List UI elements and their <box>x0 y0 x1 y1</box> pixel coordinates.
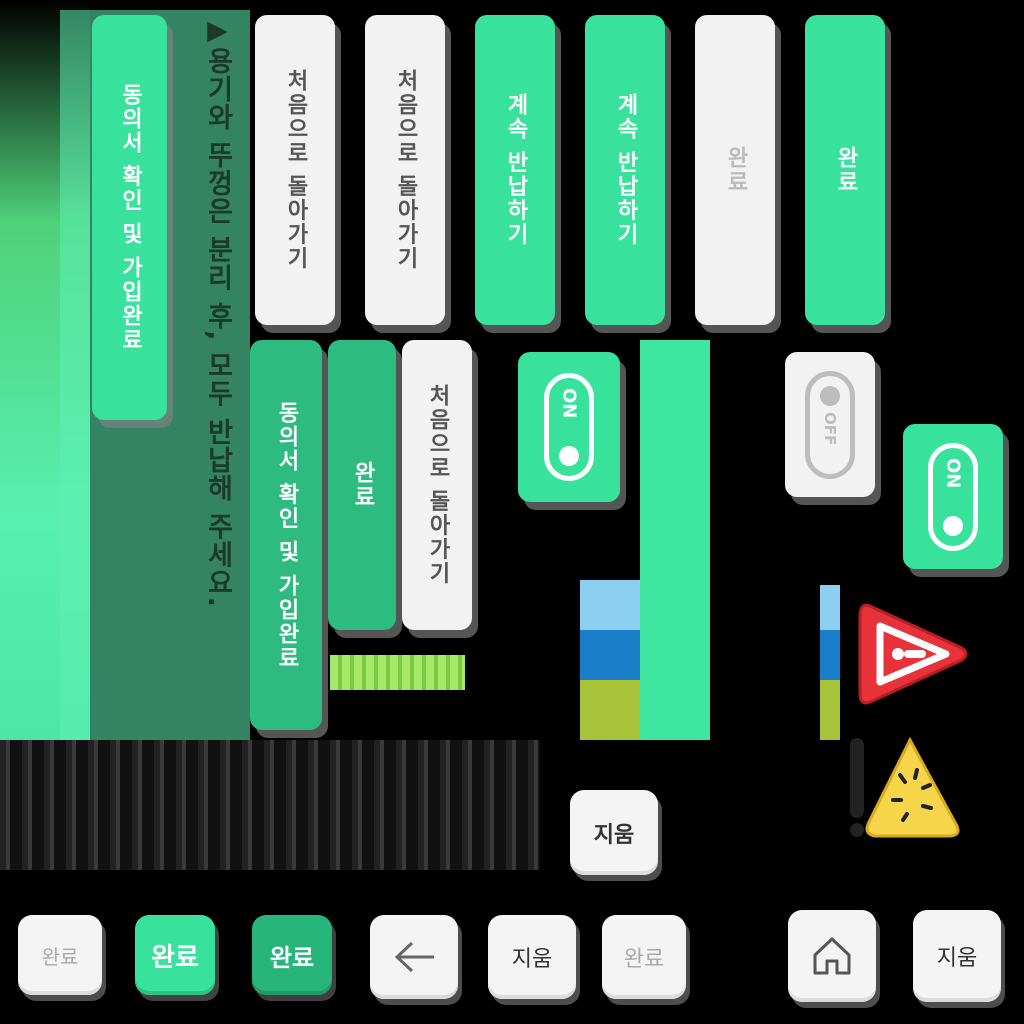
toggle-on-card-2[interactable]: ON <box>903 424 1003 569</box>
continue-return-button-2[interactable]: 계속 반납하기 <box>585 15 665 325</box>
go-home-button-2[interactable]: 처음으로 돌아가기 <box>365 15 445 325</box>
done-key-light[interactable]: 완료 <box>18 915 102 995</box>
consent-confirm-label: 동의서 확인 및 가입완료 <box>117 83 143 352</box>
done-key-green[interactable]: 완료 <box>135 915 215 995</box>
go-home-button-1[interactable]: 처음으로 돌아가기 <box>255 15 335 325</box>
bg-bar-blue4 <box>820 630 840 680</box>
done-button-green[interactable]: 완료 <box>805 15 885 325</box>
bg-bar-blue3 <box>820 585 840 630</box>
go-home-button-3[interactable]: 처음으로 돌아가기 <box>402 340 472 630</box>
bg-green-right <box>640 340 710 740</box>
home-key[interactable] <box>788 910 876 1002</box>
warning-triangle-red-icon <box>850 598 970 710</box>
arrow-left-icon <box>394 941 434 973</box>
consent-confirm-button[interactable]: 동의서 확인 및 가입완료 <box>92 15 167 420</box>
toggle-knob-off <box>820 385 840 406</box>
toggle-off-card[interactable]: OFF <box>785 352 875 497</box>
bg-stripe-band <box>0 740 540 870</box>
home-icon <box>813 937 851 975</box>
erase-key-top[interactable]: 지움 <box>570 790 658 875</box>
toggle-switch-off[interactable]: OFF <box>805 370 855 479</box>
erase-key-2[interactable]: 지움 <box>913 910 1001 1002</box>
bg-bar-blue2 <box>580 630 640 680</box>
done-button-gray[interactable]: 완료 <box>695 15 775 325</box>
toggle-knob <box>559 446 579 466</box>
bg-bar-blue <box>580 580 640 630</box>
warning-triangle-yellow-icon <box>845 730 965 845</box>
erase-key-1[interactable]: 지움 <box>488 915 576 999</box>
bg-bar-olive2 <box>820 680 840 740</box>
consent-confirm-button-pressed[interactable]: 동의서 확인 및 가입완료 <box>250 340 322 730</box>
back-key[interactable] <box>370 915 458 999</box>
return-notice-text: ▶용기와 뚜껑은 분리 후, 모두 반납해 주세요. <box>202 15 233 608</box>
done-key-light-2[interactable]: 완료 <box>602 915 686 999</box>
continue-return-button-1[interactable]: 계속 반납하기 <box>475 15 555 325</box>
toggle-on-card-1[interactable]: ON <box>518 352 620 502</box>
toggle-switch-on-1[interactable]: ON <box>544 373 594 481</box>
toggle-knob <box>943 515 963 536</box>
bg-bar-olive <box>580 680 640 740</box>
done-button-pressed[interactable]: 완료 <box>328 340 396 630</box>
toggle-switch-on-2[interactable]: ON <box>928 442 978 551</box>
pressed-glow <box>330 655 465 690</box>
done-key-dark[interactable]: 완료 <box>252 915 332 995</box>
